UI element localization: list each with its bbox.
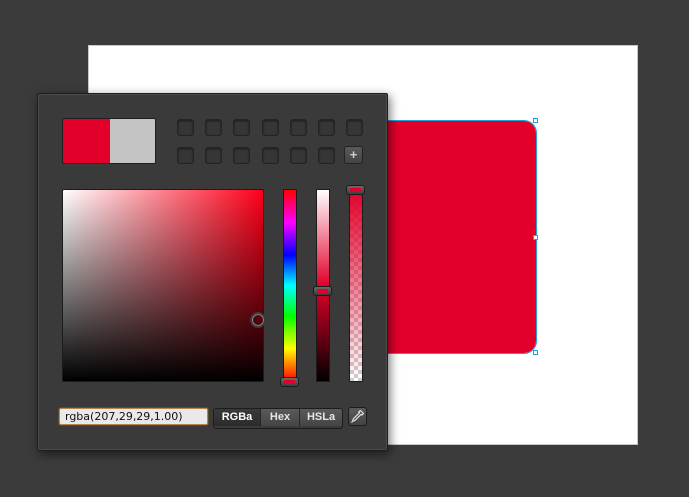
swatch-slot[interactable] [205,119,223,136]
swatch-slot[interactable] [177,147,194,164]
red-shape[interactable] [369,120,537,354]
eyedropper-button[interactable] [348,407,367,426]
alpha-slider[interactable] [349,189,363,382]
swatch-slot[interactable] [318,147,335,164]
swatch-slot[interactable] [261,119,279,136]
swatch-slot[interactable] [318,119,335,136]
swatch-slot[interactable] [205,147,223,164]
mode-hex-button[interactable]: Hex [261,409,300,426]
swatch-slot[interactable] [233,147,251,164]
swatch-slot[interactable] [233,119,251,136]
swatch-slot[interactable] [177,119,194,136]
swatch-slot[interactable] [289,119,307,136]
eyedropper-icon [350,409,365,424]
lightness-slider-knob[interactable] [313,286,332,296]
resize-handle-top-right[interactable] [533,118,538,123]
resize-handle-middle-right[interactable] [533,235,538,240]
swatch-slot[interactable] [261,147,279,164]
hue-slider-knob[interactable] [280,377,299,387]
previous-color-swatch[interactable] [110,119,155,163]
mode-rgba-button[interactable]: RGBa [214,409,261,426]
color-mode-toggle: RGBa Hex HSLa [213,408,343,429]
saturation-value-area[interactable] [62,189,266,382]
saturation-value-cursor[interactable] [250,312,266,328]
canvas: + rgba(207,29,29,1.00) RGBa Hex HSLa [0,0,689,497]
add-swatch-button[interactable]: + [344,146,363,164]
color-picker-panel: + rgba(207,29,29,1.00) RGBa Hex HSLa [37,93,388,451]
hue-slider[interactable] [283,189,297,382]
swatch-slot[interactable] [346,119,364,136]
mode-hsla-button[interactable]: HSLa [300,409,342,426]
current-color-swatch [63,119,110,163]
swatch-slot[interactable] [289,147,307,164]
color-value-field[interactable]: rgba(207,29,29,1.00) [59,408,208,425]
color-preview [62,118,156,164]
alpha-slider-knob[interactable] [346,185,365,195]
resize-handle-bottom-right[interactable] [533,350,538,355]
